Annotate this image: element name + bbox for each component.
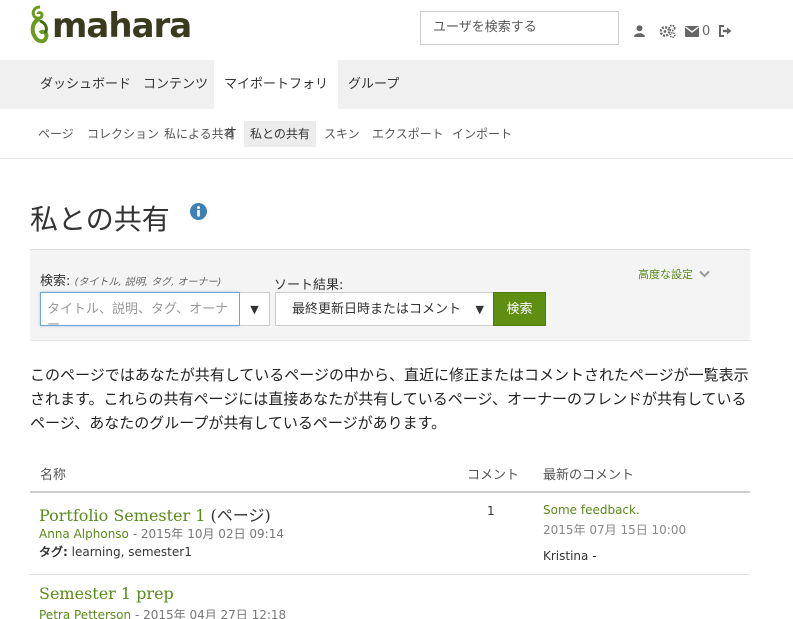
message-count[interactable]: 0 [702,24,710,39]
table-header-divider [30,491,750,493]
nav-dashboard[interactable]: ダッシュボード [30,60,141,109]
page-title-link[interactable]: Portfolio Semester 1 (ページ) [39,502,271,526]
owner-link[interactable]: Anna Alphonso [39,527,129,541]
comment-count: 1 [487,504,495,518]
header-icons: 0 [632,20,732,42]
info-icon[interactable] [190,203,207,220]
page-type-suffix: (ページ) [205,506,271,525]
subnav-shared-by-me[interactable]: 私による共有 [158,121,242,147]
owner-link[interactable]: Petra Petterson [39,608,131,619]
chevron-down-icon [699,270,710,278]
sort-caret-icon: ▼ [475,303,484,316]
search-button[interactable]: 検索 [493,292,546,326]
mahara-logo[interactable]: mahara [30,5,192,47]
sort-label: ソート結果: [274,278,344,293]
search-type-dropdown[interactable]: ▼ [240,292,270,326]
nav-groups[interactable]: グループ [338,60,409,109]
latest-comment-author: Kristina - [543,549,597,563]
main-navigation: ダッシュボード コンテンツ マイポートフォリオ グループ [0,60,793,141]
modified-date: - 2015年 10月 02日 09:14 [128,527,284,541]
modified-date: - 2015年 04月 27日 12:18 [131,608,287,619]
logout-icon[interactable] [718,20,732,42]
mahara-koru-icon [30,5,49,44]
user-search-input[interactable]: ユーザを検索する [420,11,619,45]
search-panel: 検索: (タイトル, 説明, タグ, オーナー) ソート結果: 高度な設定 タイ… [30,249,750,341]
page-description: このページではあなたが共有しているページの中から、直近に修正またはコメントされた… [30,366,749,432]
sub-navigation: ページ コレクション 私による共有 私との共有 スキン エクスポート インポート [0,109,793,159]
subnav-import[interactable]: インポート [446,121,518,147]
nav-portfolio[interactable]: マイポートフォリオ [214,60,338,141]
nav-content[interactable]: コンテンツ [133,60,218,109]
envelope-icon[interactable] [684,20,699,42]
page-title-link[interactable]: Semester 1 prep [39,584,174,603]
subnav-export[interactable]: エクスポート [366,121,450,147]
tags-label: タグ: [39,545,68,559]
sort-value: 最終更新日時またはコメント [292,302,462,317]
page-search-input[interactable]: タイトル、説明、タグ、オーナー [40,292,240,333]
subnav-skins[interactable]: スキン [318,121,366,147]
subnav-collections[interactable]: コレクション [81,121,165,147]
latest-comment-date: 2015年 07月 15日 10:00 [543,523,687,537]
search-label: 検索: (タイトル, 説明, タグ, オーナー) [40,274,222,289]
gears-icon[interactable] [658,20,676,42]
user-icon[interactable] [632,20,646,42]
header: mahara ユーザを検索する 0 [0,0,793,60]
page-title: 私との共有 [30,203,170,236]
latest-comment-link[interactable]: Some feedback. [543,503,640,517]
subnav-pages[interactable]: ページ [32,121,80,147]
owner-line: Petra Petterson - 2015年 04月 27日 12:18 [39,606,286,619]
tags-line: タグ: learning, semester1 [39,543,192,560]
advanced-options-toggle[interactable]: 高度な設定 [638,266,710,282]
tags-list[interactable]: learning, semester1 [68,545,192,559]
advanced-options-label: 高度な設定 [638,268,693,281]
owner-line: Anna Alphonso - 2015年 10月 02日 09:14 [39,525,284,542]
logo-text: mahara [52,6,192,46]
col-header-comments[interactable]: コメント [467,464,519,483]
col-header-latest-comment[interactable]: 最新のコメント [543,464,634,483]
col-header-name[interactable]: 名称 [40,464,66,483]
search-hint: (タイトル, 説明, タグ, オーナー) [74,277,222,288]
row-divider [30,574,750,575]
sort-select[interactable]: 最終更新日時またはコメント ▼ [275,292,494,326]
subnav-shared-with-me[interactable]: 私との共有 [244,121,316,147]
